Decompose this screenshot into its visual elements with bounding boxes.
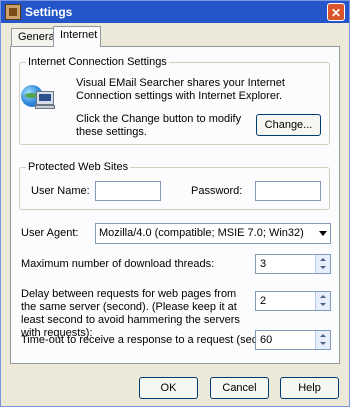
- computer-icon: [35, 91, 55, 109]
- window-title: Settings: [25, 5, 73, 19]
- timeout-label: Time-out to receive a response to a requ…: [21, 334, 283, 346]
- cancel-button[interactable]: Cancel: [210, 377, 269, 399]
- tab-general[interactable]: General: [11, 28, 58, 46]
- app-icon: [5, 4, 21, 20]
- timeout-spinner[interactable]: 60: [255, 330, 331, 350]
- user-agent-label: User Agent:: [21, 227, 79, 239]
- internet-connection-group-title: Internet Connection Settings: [26, 56, 169, 68]
- protected-sites-group-title: Protected Web Sites: [26, 161, 131, 173]
- delay-value: 2: [260, 295, 267, 307]
- spin-down-icon[interactable]: [315, 301, 330, 310]
- threads-value: 3: [260, 258, 267, 270]
- delay-label: Delay between requests for web pages fro…: [21, 288, 240, 339]
- timeout-value: 60: [260, 334, 273, 346]
- username-input[interactable]: [95, 181, 161, 201]
- password-label: Password:: [191, 185, 243, 197]
- password-input[interactable]: [255, 181, 321, 201]
- user-agent-select[interactable]: Mozilla/4.0 (compatible; MSIE 7.0; Win32…: [95, 223, 331, 244]
- tab-internet[interactable]: Internet: [53, 26, 101, 47]
- user-agent-value: Mozilla/4.0 (compatible; MSIE 7.0; Win32…: [99, 227, 304, 239]
- spin-down-icon[interactable]: [315, 264, 330, 273]
- tab-internet-label: Internet: [60, 29, 98, 41]
- change-hint: Click the Change button to modify these …: [76, 113, 242, 138]
- help-button[interactable]: Help: [280, 377, 339, 399]
- title-bar[interactable]: Settings ✕: [1, 1, 349, 23]
- close-icon: ✕: [330, 6, 342, 20]
- ok-button[interactable]: OK: [139, 377, 198, 399]
- delay-spinner[interactable]: 2: [255, 291, 331, 311]
- spin-up-icon[interactable]: [315, 255, 330, 264]
- threads-spinner[interactable]: 3: [255, 254, 331, 274]
- spin-up-icon[interactable]: [315, 331, 330, 340]
- change-button[interactable]: Change...: [256, 114, 321, 136]
- threads-label: Maximum number of download threads:: [21, 258, 215, 270]
- connection-description: Visual EMail Searcher shares your Intern…: [76, 77, 285, 102]
- username-label: User Name:: [31, 185, 90, 197]
- chevron-down-icon: [319, 231, 327, 236]
- settings-window: Settings ✕ General Internet Internet Con…: [0, 0, 350, 407]
- spin-down-icon[interactable]: [315, 340, 330, 349]
- tab-general-label: General: [18, 31, 58, 43]
- spin-up-icon[interactable]: [315, 292, 330, 301]
- close-button[interactable]: ✕: [327, 3, 345, 21]
